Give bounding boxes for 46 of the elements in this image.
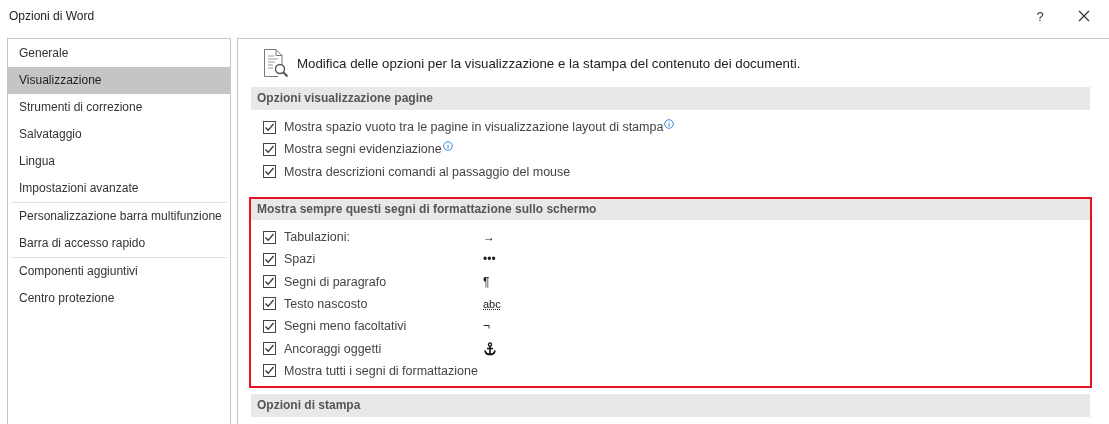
sidebar-item[interactable]: Barra di accesso rapido xyxy=(8,230,230,257)
checkbox[interactable] xyxy=(263,297,276,311)
checkbox[interactable] xyxy=(263,364,276,378)
format-mark-symbol: → xyxy=(483,230,495,245)
checkbox[interactable] xyxy=(263,120,276,134)
format-mark-symbol: ••• xyxy=(483,252,496,267)
checkbox[interactable] xyxy=(263,275,276,289)
format-mark-symbol: abc xyxy=(483,297,501,310)
option-label: Segni di paragrafo xyxy=(284,274,387,289)
option-label: Mostra tutti i segni di formattazione xyxy=(284,363,478,378)
checkbox[interactable] xyxy=(263,319,276,333)
checkbox[interactable] xyxy=(263,230,276,244)
sidebar-item[interactable]: Salvataggio xyxy=(8,121,230,148)
info-icon[interactable] xyxy=(442,141,453,152)
window-title: Opzioni di Word xyxy=(9,9,96,23)
anchor-icon xyxy=(483,341,497,356)
section-header: Mostra sempre questi segni di formattazione sullo schermo xyxy=(251,198,1090,220)
section-header: Opzioni visualizzazione pagine xyxy=(251,87,1090,110)
sidebar-item[interactable]: Visualizzazione xyxy=(8,67,230,94)
sidebar-item[interactable]: Generale xyxy=(8,40,230,67)
description-text: Modifica delle opzioni per la visualizzazione e la stampa del contenuto dei documenti. xyxy=(297,55,801,71)
option-label: Ancoraggi oggetti xyxy=(284,341,382,356)
checkbox[interactable] xyxy=(263,342,276,355)
sidebar-item[interactable]: Impostazioni avanzate xyxy=(8,175,230,202)
checkbox[interactable] xyxy=(263,165,276,179)
sidebar-item[interactable]: Strumenti di correzione xyxy=(8,94,230,121)
document-search-icon xyxy=(263,48,289,78)
option-label: Tabulazioni: xyxy=(284,230,350,245)
option-label: Mostra segni evidenziazione xyxy=(284,142,442,157)
option-label: Mostra descrizioni comandi al passaggio del mouse xyxy=(284,164,571,179)
sidebar-item[interactable]: Centro protezione xyxy=(8,285,230,312)
checkbox[interactable] xyxy=(263,252,276,266)
help-button[interactable]: ? xyxy=(1018,1,1062,31)
option-label: Testo nascosto xyxy=(284,296,368,311)
option-label: Mostra spazio vuoto tra le pagine in visualizzazione layout di stampa xyxy=(284,120,664,135)
format-mark-symbol: ¬ xyxy=(483,319,490,334)
close-icon xyxy=(1078,10,1090,22)
sidebar-item[interactable]: Personalizzazione barra multifunzione xyxy=(8,203,230,230)
info-icon[interactable] xyxy=(664,119,675,130)
option-label: Segni meno facoltativi xyxy=(284,319,407,334)
sidebar-item[interactable]: Lingua xyxy=(8,148,230,175)
section-header: Opzioni di stampa xyxy=(251,393,1090,417)
checkbox[interactable] xyxy=(263,142,276,156)
option-label: Spazi xyxy=(284,252,316,267)
sidebar-item[interactable]: Componenti aggiuntivi xyxy=(8,258,230,285)
format-mark-symbol: ¶ xyxy=(483,274,490,289)
